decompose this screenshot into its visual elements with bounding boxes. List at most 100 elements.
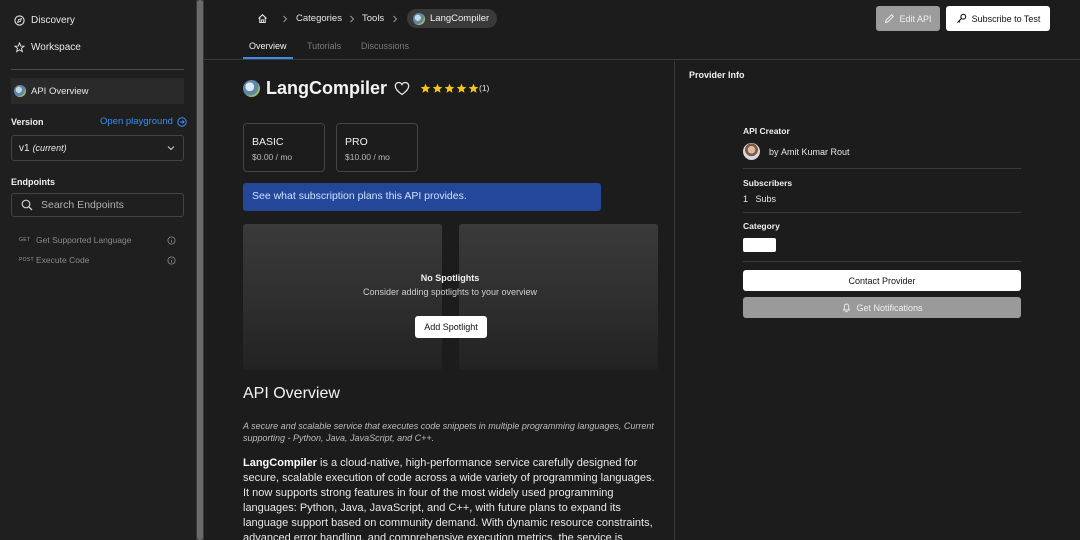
bell-icon	[843, 303, 851, 313]
compass-icon	[14, 15, 25, 26]
sidebar-scrollbar[interactable]	[196, 0, 204, 540]
add-spotlight-button[interactable]: Add Spotlight	[415, 316, 487, 338]
sidebar-item-api-overview[interactable]: API Overview	[11, 78, 184, 104]
get-notifications-button[interactable]: Get Notifications	[743, 297, 1021, 318]
home-icon[interactable]	[257, 13, 268, 24]
api-name-bold: LangCompiler	[243, 457, 317, 469]
panel-divider	[674, 61, 675, 540]
star-filled-icon	[456, 83, 467, 93]
contact-provider-button[interactable]: Contact Provider	[743, 270, 1021, 291]
endpoints-label: Endpoints	[11, 177, 55, 187]
category-label: Category	[743, 221, 780, 231]
chevron-right-icon	[350, 15, 355, 23]
star-filled-icon	[432, 83, 443, 93]
nav-discovery-label: Discovery	[31, 15, 75, 26]
sidebar-divider	[11, 69, 184, 70]
plan-price: $0.00 / mo	[252, 152, 293, 162]
endpoint-item[interactable]: GET Get Supported Language	[19, 235, 179, 245]
top-bar: Categories Tools LangCompiler Overview T…	[204, 0, 1080, 60]
langcompiler-logo-icon	[413, 12, 425, 25]
open-playground-label: Open playground	[100, 116, 173, 127]
breadcrumb-tools[interactable]: Tools	[362, 13, 384, 24]
arrow-circle-right-icon	[177, 116, 187, 127]
breadcrumb-current[interactable]: LangCompiler	[407, 9, 498, 28]
version-note: (current)	[32, 143, 67, 153]
spotlight-title: No Spotlights	[420, 273, 480, 283]
api-overview-label: API Overview	[31, 85, 89, 97]
provider-divider	[743, 261, 1021, 262]
chevron-right-icon	[283, 15, 288, 23]
langcompiler-logo-icon	[243, 80, 260, 97]
subscribers-count: 1 Subs	[743, 194, 776, 204]
version-label: Version	[11, 117, 44, 127]
star-filled-icon	[468, 83, 479, 93]
endpoint-name: Get Supported Language	[36, 235, 132, 245]
creator-name: Amit Kumar Rout	[781, 146, 850, 157]
avatar	[743, 143, 760, 160]
chevron-down-icon	[167, 146, 175, 151]
spotlight-placeholder	[243, 224, 442, 370]
spotlight-placeholder	[459, 224, 658, 370]
spotlight-empty-state: No Spotlights Consider adding spotlights…	[243, 273, 657, 297]
main-content: LangCompiler (1) BASIC $0.00 / mo PRO $1…	[204, 61, 674, 540]
plan-name: BASIC	[252, 136, 284, 148]
nav-workspace-label: Workspace	[31, 42, 81, 53]
overview-heading: API Overview	[243, 385, 340, 402]
active-tab-indicator	[243, 57, 293, 59]
heart-icon[interactable]	[394, 81, 410, 96]
plan-name: PRO	[345, 136, 368, 148]
search-placeholder: Search Endpoints	[41, 199, 124, 211]
subscribers-label: Subscribers	[743, 178, 793, 188]
plan-card-basic[interactable]: BASIC $0.00 / mo	[243, 123, 325, 172]
edit-api-label: Edit API	[899, 13, 932, 24]
scrollbar-thumb[interactable]	[197, 0, 203, 540]
get-notifications-label: Get Notifications	[856, 302, 923, 313]
api-short-description: A secure and scalable service that execu…	[243, 421, 654, 443]
tab-discussions[interactable]: Discussions	[361, 41, 409, 51]
subscription-plans-banner[interactable]: See what subscription plans this API pro…	[243, 183, 601, 211]
open-playground-link[interactable]: Open playground	[100, 116, 187, 127]
pencil-icon	[885, 13, 895, 24]
edit-api-button[interactable]: Edit API	[876, 6, 940, 31]
api-long-description: LangCompiler is a cloud-native, high-per…	[243, 456, 658, 540]
info-icon[interactable]	[167, 255, 176, 265]
endpoint-item[interactable]: POST Execute Code	[19, 255, 179, 265]
subscribe-label: Subscribe to Test	[971, 13, 1041, 24]
search-endpoints-input[interactable]: Search Endpoints	[11, 193, 184, 217]
star-icon	[14, 42, 25, 53]
rating-count: (1)	[479, 83, 490, 93]
provider-divider	[743, 168, 1021, 169]
plan-price: $10.00 / mo	[345, 152, 390, 162]
subscribe-button[interactable]: Subscribe to Test	[946, 6, 1050, 31]
endpoint-method: GET	[19, 237, 31, 243]
key-icon	[956, 13, 966, 23]
endpoint-method: POST	[19, 257, 34, 263]
api-title: LangCompiler	[243, 78, 387, 99]
nav-workspace[interactable]: Workspace	[14, 42, 81, 53]
breadcrumb-categories[interactable]: Categories	[296, 13, 342, 24]
api-creator[interactable]: by Amit Kumar Rout	[743, 143, 850, 160]
version-select[interactable]: v1 (current)	[11, 135, 184, 161]
nav-discovery[interactable]: Discovery	[14, 15, 75, 26]
api-name: LangCompiler	[266, 78, 388, 98]
rating-stars	[420, 83, 479, 94]
tab-tutorials[interactable]: Tutorials	[307, 41, 341, 51]
creator-by: by	[769, 146, 779, 157]
subs-number: 1	[743, 194, 749, 204]
star-filled-icon	[420, 83, 431, 93]
api-creator-label: API Creator	[743, 126, 790, 136]
api-description-text: is a cloud-native, high-performance serv…	[243, 457, 655, 540]
tab-overview[interactable]: Overview	[249, 41, 287, 51]
sidebar: Discovery Workspace API Overview Version…	[0, 0, 196, 540]
info-icon[interactable]	[167, 235, 176, 245]
endpoint-name: Execute Code	[36, 255, 90, 265]
category-chip[interactable]	[743, 238, 776, 252]
search-icon	[21, 199, 33, 211]
spotlight-subtitle: Consider adding spotlights to your overv…	[362, 287, 538, 297]
subs-unit: Subs	[755, 194, 777, 204]
chevron-right-icon	[393, 15, 398, 23]
langcompiler-logo-icon	[14, 85, 26, 97]
star-filled-icon	[444, 83, 455, 93]
breadcrumb-current-label: LangCompiler	[430, 13, 490, 24]
plan-card-pro[interactable]: PRO $10.00 / mo	[336, 123, 418, 172]
